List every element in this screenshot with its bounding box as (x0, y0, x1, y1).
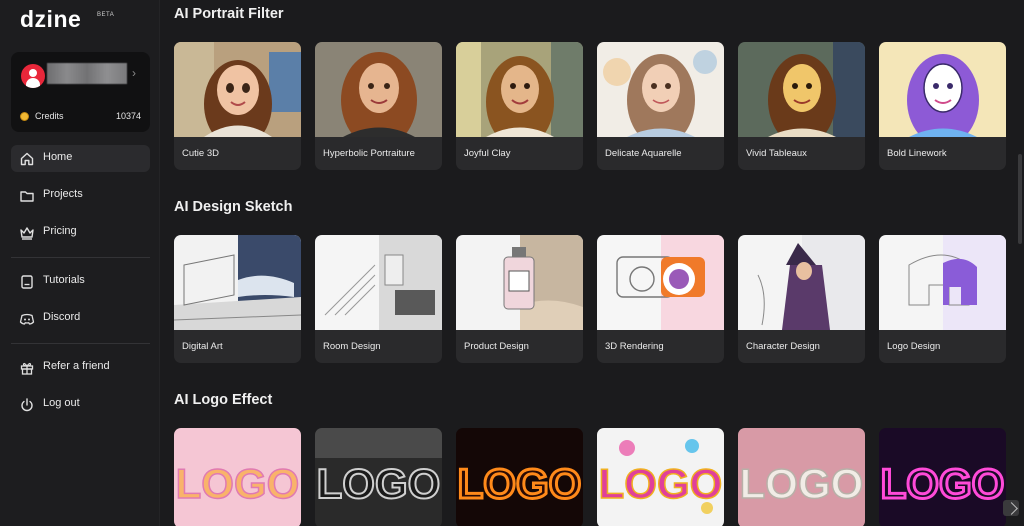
card-label: Product Design (464, 341, 529, 352)
nav-label: Discord (43, 311, 81, 323)
card-thumbnail (174, 42, 301, 137)
card-thumbnail: LOGO (879, 428, 1006, 526)
svg-text:LOGO: LOGO (881, 460, 1005, 507)
main-content: AI Portrait Filter Cutie 3D Hyperbolic P… (160, 0, 1024, 526)
nav-label: Tutorials (43, 274, 85, 286)
svg-text:LOGO: LOGO (317, 460, 441, 507)
svg-text:LOGO: LOGO (599, 460, 723, 507)
card-label: Character Design (746, 341, 820, 352)
folder-icon (20, 191, 34, 202)
card-label: Logo Design (887, 341, 941, 352)
nav-label: Home (43, 151, 73, 163)
avatar[interactable] (21, 64, 45, 88)
style-card-logo-paint[interactable]: LOGO (597, 428, 724, 526)
style-card-product-design[interactable]: Product Design (456, 235, 583, 363)
card-thumbnail: LOGO (174, 428, 301, 526)
expand-icon[interactable] (1003, 500, 1019, 516)
style-card-logo-fire[interactable]: LOGO (456, 428, 583, 526)
style-card-cutie-3d[interactable]: Cutie 3D (174, 42, 301, 170)
style-card-vivid-tableaux[interactable]: Vivid Tableaux (738, 42, 865, 170)
card-thumbnail: LOGO (738, 428, 865, 526)
nav-divider (11, 257, 150, 258)
nav-item-projects[interactable]: Projects (11, 182, 150, 209)
nav-item-refer[interactable]: Refer a friend (11, 354, 150, 381)
card-thumbnail (315, 42, 442, 137)
chevron-right-icon[interactable]: › (132, 66, 136, 80)
style-card-logo-design[interactable]: Logo Design (879, 235, 1006, 363)
style-card-character-design[interactable]: Character Design (738, 235, 865, 363)
credits-label: Credits (35, 111, 64, 121)
card-thumbnail (174, 235, 301, 330)
card-label: Hyperbolic Portraiture (323, 148, 415, 159)
nav-label: Pricing (43, 225, 77, 237)
crown-icon (20, 227, 34, 240)
style-card-logo-fluffy[interactable]: LOGO (738, 428, 865, 526)
book-icon (21, 275, 33, 289)
style-card-3d-rendering[interactable]: 3D Rendering (597, 235, 724, 363)
scrollbar[interactable] (1018, 154, 1022, 244)
style-card-delicate-aquarelle[interactable]: Delicate Aquarelle (597, 42, 724, 170)
nav-divider (11, 343, 150, 344)
discord-icon (19, 313, 35, 325)
card-thumbnail (738, 42, 865, 137)
style-card-logo-neon[interactable]: LOGO (879, 428, 1006, 526)
nav-item-pricing[interactable]: Pricing (11, 219, 150, 246)
style-card-digital-art[interactable]: Digital Art (174, 235, 301, 363)
nav-item-tutorials[interactable]: Tutorials (11, 268, 150, 295)
svg-text:LOGO: LOGO (458, 460, 582, 507)
user-card[interactable]: › Credits 10374 (11, 52, 150, 132)
section-title: AI Portrait Filter (174, 6, 284, 22)
style-card-joyful-clay[interactable]: Joyful Clay (456, 42, 583, 170)
card-thumbnail (456, 42, 583, 137)
username-redacted (47, 63, 127, 84)
card-label: Digital Art (182, 341, 223, 352)
card-thumbnail (597, 42, 724, 137)
card-thumbnail (456, 235, 583, 330)
style-card-room-design[interactable]: Room Design (315, 235, 442, 363)
nav-label: Projects (43, 188, 83, 200)
card-thumbnail (597, 235, 724, 330)
card-label: Room Design (323, 341, 381, 352)
card-thumbnail: LOGO (597, 428, 724, 526)
power-icon (21, 398, 33, 412)
style-card-bold-linework[interactable]: Bold Linework (879, 42, 1006, 170)
style-card-logo-metal[interactable]: LOGO (315, 428, 442, 526)
beta-badge: BETA (97, 12, 115, 18)
card-label: Joyful Clay (464, 148, 511, 159)
home-icon (20, 152, 34, 166)
card-label: 3D Rendering (605, 341, 664, 352)
card-thumbnail (738, 235, 865, 330)
nav-label: Log out (43, 397, 80, 409)
card-thumbnail: LOGO (315, 428, 442, 526)
gift-icon (20, 362, 34, 375)
card-thumbnail (879, 42, 1006, 137)
card-thumbnail: LOGO (456, 428, 583, 526)
nav-item-home[interactable]: Home (11, 145, 150, 172)
svg-text:LOGO: LOGO (740, 460, 864, 507)
sidebar: dzine BETA › Credits 10374 Home Projects… (0, 0, 160, 526)
card-label: Vivid Tableaux (746, 148, 807, 159)
nav-label: Refer a friend (43, 360, 110, 372)
credits-value: 10374 (115, 111, 141, 121)
section-title: AI Design Sketch (174, 199, 293, 215)
style-card-logo-pastel[interactable]: LOGO (174, 428, 301, 526)
card-thumbnail (315, 235, 442, 330)
card-thumbnail (879, 235, 1006, 330)
card-label: Delicate Aquarelle (605, 148, 682, 159)
brand-logo[interactable]: dzine (20, 6, 81, 33)
card-label: Bold Linework (887, 148, 947, 159)
nav-item-discord[interactable]: Discord (11, 305, 150, 332)
nav-item-logout[interactable]: Log out (11, 391, 150, 418)
style-card-hyperbolic-portraiture[interactable]: Hyperbolic Portraiture (315, 42, 442, 170)
section-title: AI Logo Effect (174, 392, 273, 408)
svg-text:LOGO: LOGO (176, 460, 300, 507)
coin-icon (20, 112, 29, 121)
card-label: Cutie 3D (182, 148, 219, 159)
